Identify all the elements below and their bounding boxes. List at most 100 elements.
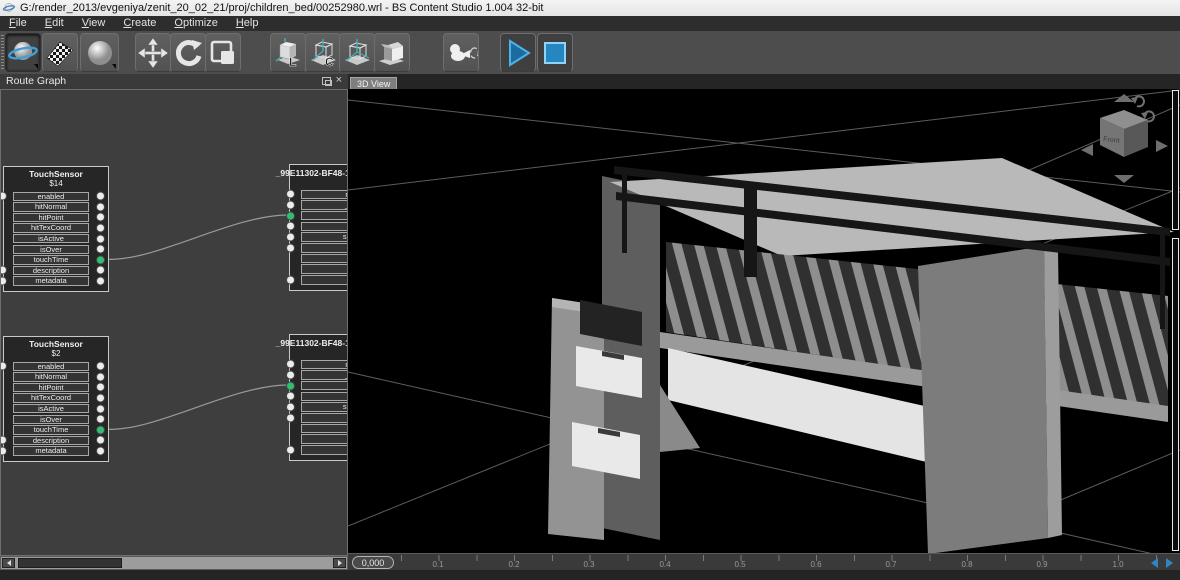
viewport-3d[interactable]: Front bbox=[348, 89, 1180, 553]
input-connector[interactable] bbox=[1, 435, 7, 445]
route-graph-header[interactable]: Route Graph bbox=[0, 74, 348, 89]
output-connector-active[interactable] bbox=[96, 425, 105, 435]
output-connector[interactable] bbox=[96, 212, 105, 222]
output-connector[interactable] bbox=[96, 372, 105, 382]
view-cube[interactable]: Front bbox=[1081, 94, 1168, 183]
rotate-left-arrow-icon[interactable] bbox=[1081, 144, 1093, 156]
timeline-tick-label: 0.5 bbox=[734, 560, 746, 569]
play-button[interactable] bbox=[500, 33, 536, 72]
timeline[interactable]: 0,000 0.1 0.2 0.3 0.4 0.5 0.6 0.7 0.8 0.… bbox=[348, 553, 1180, 570]
input-connector[interactable] bbox=[286, 200, 295, 210]
node-touchsensor-14[interactable]: TouchSensor $14 enabled hitNormal hitPoi… bbox=[1, 166, 109, 293]
output-connector[interactable] bbox=[96, 244, 105, 254]
field-label: enabled bbox=[13, 361, 89, 371]
timeline-tick-label: 0.2 bbox=[508, 560, 520, 569]
timeline-tick-label: 0.3 bbox=[583, 560, 595, 569]
node-row: hitTexCoord bbox=[4, 393, 108, 404]
route-graph-hscrollbar[interactable] bbox=[0, 556, 348, 570]
node-interpolator-1[interactable]: _99E11302-BF48-11d2 _milest _milet st sk… bbox=[276, 164, 347, 292]
scrollbar-thumb[interactable] bbox=[18, 558, 122, 568]
menu-optimize[interactable]: Optimize bbox=[165, 16, 226, 31]
output-connector[interactable] bbox=[96, 435, 105, 445]
input-connector[interactable] bbox=[286, 275, 295, 285]
output-connector[interactable] bbox=[96, 393, 105, 403]
input-connector[interactable] bbox=[286, 232, 295, 242]
node-wires bbox=[103, 214, 289, 430]
wire-touchtime-2 bbox=[103, 384, 289, 430]
bed-model[interactable] bbox=[548, 158, 1174, 553]
field-label: st bbox=[301, 380, 347, 391]
input-connector[interactable] bbox=[1, 361, 7, 371]
ground-plane-button[interactable] bbox=[42, 33, 78, 72]
output-connector[interactable] bbox=[96, 404, 105, 414]
input-connector[interactable] bbox=[286, 359, 295, 369]
node-row: metadata bbox=[1, 276, 108, 287]
output-connector[interactable] bbox=[96, 414, 105, 424]
scroll-left-button[interactable] bbox=[2, 558, 15, 568]
input-connector[interactable] bbox=[1, 265, 7, 275]
scale-button[interactable] bbox=[205, 33, 241, 72]
node-interpolator-2[interactable]: _99E11302-BF48-11d2 _milest _milet st sk… bbox=[276, 334, 347, 462]
axes-center-button[interactable]: C bbox=[305, 33, 341, 72]
menu-help[interactable]: Help bbox=[227, 16, 268, 31]
timeline-tick-label: 0.1 bbox=[432, 560, 444, 569]
field-label: _milest bbox=[301, 189, 347, 200]
output-connector[interactable] bbox=[96, 446, 105, 456]
node-row: st bbox=[286, 380, 347, 391]
input-connector[interactable] bbox=[1, 276, 7, 286]
input-connector[interactable] bbox=[1, 446, 7, 456]
output-connector[interactable] bbox=[96, 191, 105, 201]
menu-create[interactable]: Create bbox=[114, 16, 165, 31]
world-button[interactable] bbox=[5, 33, 41, 72]
node-row: si bbox=[290, 423, 347, 434]
close-panel-icon[interactable] bbox=[336, 75, 342, 86]
app-window: G:/render_2013/evgeniya/zenit_20_02_21/p… bbox=[0, 0, 1180, 580]
timeline-current-value[interactable]: 0,000 bbox=[352, 556, 394, 569]
menu-view[interactable]: View bbox=[73, 16, 115, 31]
input-connector[interactable] bbox=[286, 221, 295, 231]
axes-button[interactable] bbox=[339, 33, 375, 72]
input-connector[interactable] bbox=[1, 191, 7, 201]
axes-local-button[interactable]: L bbox=[270, 33, 306, 72]
view-vscrollbar-upper[interactable] bbox=[1172, 90, 1179, 230]
node-row: to bbox=[286, 242, 347, 253]
open-box-button[interactable] bbox=[374, 33, 410, 72]
input-connector[interactable] bbox=[286, 391, 295, 401]
output-connector-active[interactable] bbox=[96, 255, 105, 265]
input-connector[interactable] bbox=[286, 413, 295, 423]
move-button[interactable] bbox=[135, 33, 171, 72]
node-row: frac bbox=[290, 434, 347, 445]
output-connector[interactable] bbox=[96, 234, 105, 244]
output-connector[interactable] bbox=[96, 382, 105, 392]
input-connector[interactable] bbox=[286, 445, 295, 455]
menu-edit[interactable]: Edit bbox=[36, 16, 73, 31]
view-vscrollbar-lower[interactable] bbox=[1172, 238, 1179, 551]
float-panel-icon[interactable] bbox=[321, 76, 332, 86]
route-graph-canvas[interactable]: TouchSensor $14 enabled hitNormal hitPoi… bbox=[0, 89, 348, 556]
timeline-step-forward-button[interactable] bbox=[1163, 557, 1175, 568]
input-connector-active[interactable] bbox=[286, 381, 295, 391]
input-connector[interactable] bbox=[286, 243, 295, 253]
node-touchsensor-2[interactable]: TouchSensor $2 enabled hitNormal hitPoin… bbox=[1, 336, 109, 463]
output-connector[interactable] bbox=[96, 276, 105, 286]
input-connector[interactable] bbox=[286, 189, 295, 199]
menu-file[interactable]: File bbox=[0, 16, 36, 31]
output-connector[interactable] bbox=[96, 265, 105, 275]
input-connector-active[interactable] bbox=[286, 211, 295, 221]
toolbar-grip[interactable] bbox=[1, 35, 4, 71]
rotate-button[interactable] bbox=[170, 33, 206, 72]
scroll-right-button[interactable] bbox=[333, 558, 346, 568]
output-connector[interactable] bbox=[96, 223, 105, 233]
output-connector[interactable] bbox=[96, 202, 105, 212]
camera-rotate-button[interactable] bbox=[443, 33, 479, 72]
material-sphere-button[interactable] bbox=[80, 33, 119, 72]
rotate-down-arrow-icon[interactable] bbox=[1114, 175, 1134, 183]
output-connector[interactable] bbox=[96, 361, 105, 371]
field-label: isOver bbox=[13, 244, 89, 254]
node-subtitle: $2 bbox=[51, 348, 61, 358]
timeline-step-back-button[interactable] bbox=[1148, 557, 1160, 568]
input-connector[interactable] bbox=[286, 402, 295, 412]
input-connector[interactable] bbox=[286, 370, 295, 380]
rotate-right-arrow-icon[interactable] bbox=[1156, 140, 1168, 152]
stop-button[interactable] bbox=[537, 33, 573, 72]
